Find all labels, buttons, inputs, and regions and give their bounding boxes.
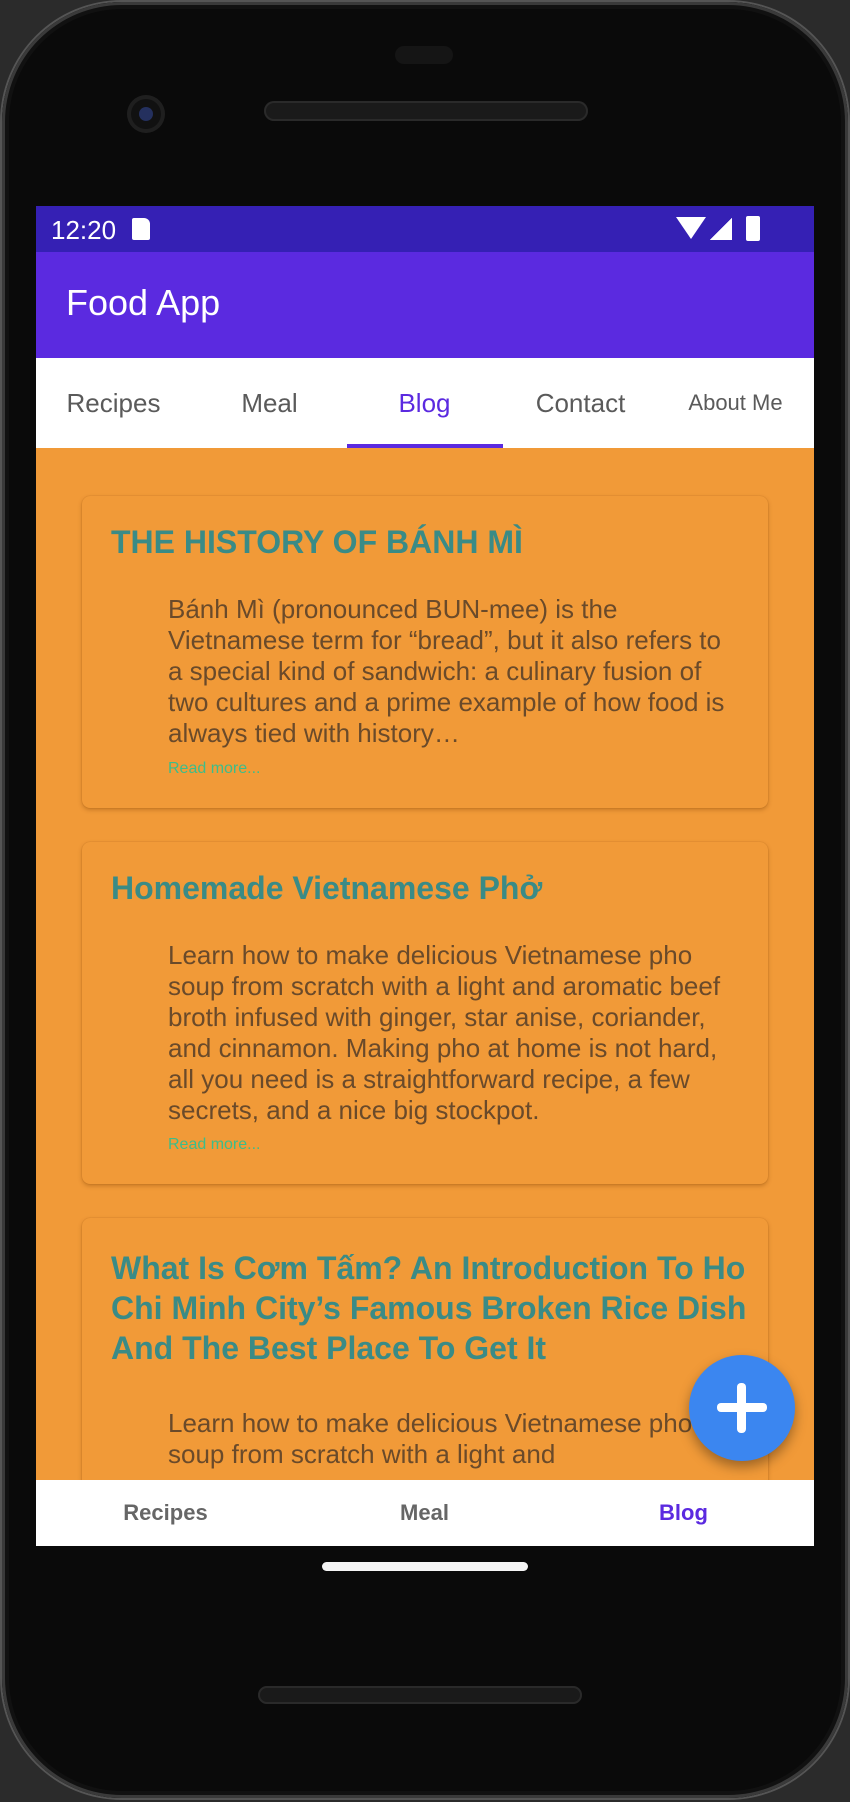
blog-card[interactable]: What Is Cơm Tấm? An Introduction To Ho C… bbox=[82, 1218, 768, 1480]
app-bar: Food App bbox=[36, 252, 814, 358]
blog-card[interactable]: Homemade Vietnamese Phở Learn how to mak… bbox=[82, 842, 768, 1184]
tab-meal[interactable]: Meal bbox=[192, 358, 347, 448]
status-bar: 12:20 bbox=[36, 206, 814, 252]
tab-recipes[interactable]: Recipes bbox=[36, 358, 191, 448]
battery-icon bbox=[746, 216, 760, 241]
bottom-nav-blog[interactable]: Blog bbox=[554, 1480, 813, 1546]
blog-list[interactable]: THE HISTORY OF BÁNH MÌ Bánh Mì (pronounc… bbox=[36, 448, 814, 1480]
phone-frame: 12:20 Food App Recipes Meal Blog Contact… bbox=[2, 2, 848, 1798]
bottom-speaker bbox=[258, 1686, 582, 1704]
tab-blog[interactable]: Blog bbox=[347, 358, 502, 448]
blog-card[interactable]: THE HISTORY OF BÁNH MÌ Bánh Mì (pronounc… bbox=[82, 496, 768, 808]
blog-card-title: What Is Cơm Tấm? An Introduction To Ho C… bbox=[111, 1250, 747, 1366]
sd-card-icon bbox=[132, 218, 150, 240]
screen: 12:20 Food App Recipes Meal Blog Contact… bbox=[36, 206, 814, 1546]
front-camera bbox=[127, 95, 165, 133]
top-tabs: Recipes Meal Blog Contact About Me bbox=[36, 358, 814, 449]
read-more-link[interactable]: Read more... bbox=[168, 760, 260, 778]
tab-about-me[interactable]: About Me bbox=[658, 358, 813, 448]
tab-contact[interactable]: Contact bbox=[503, 358, 658, 448]
wifi-icon bbox=[676, 217, 706, 239]
plus-icon bbox=[737, 1383, 746, 1433]
status-time: 12:20 bbox=[51, 215, 117, 245]
blog-card-body: Learn how to make delicious Vietnamese p… bbox=[168, 1408, 693, 1469]
earpiece-speaker bbox=[264, 101, 588, 121]
bottom-nav-meal[interactable]: Meal bbox=[295, 1480, 554, 1546]
blog-card-title: THE HISTORY OF BÁNH MÌ bbox=[111, 524, 523, 560]
app-title: Food App bbox=[66, 282, 221, 323]
bottom-nav-recipes[interactable]: Recipes bbox=[36, 1480, 295, 1546]
bottom-navigation: Recipes Meal Blog bbox=[36, 1480, 814, 1546]
home-indicator[interactable] bbox=[322, 1562, 528, 1571]
signal-icon bbox=[710, 218, 732, 240]
add-post-button[interactable] bbox=[689, 1355, 795, 1461]
read-more-link[interactable]: Read more... bbox=[168, 1136, 260, 1154]
blog-card-body: Learn how to make delicious Vietnamese p… bbox=[168, 940, 721, 1125]
blog-card-body: Bánh Mì (pronounced BUN-mee) is the Viet… bbox=[168, 594, 725, 748]
blog-card-title: Homemade Vietnamese Phở bbox=[111, 870, 543, 906]
proximity-sensor bbox=[395, 46, 453, 64]
